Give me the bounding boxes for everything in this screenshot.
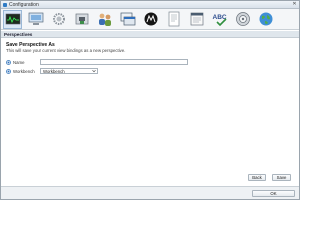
system-monitor-icon[interactable] (3, 9, 22, 29)
page-description: This will save your current view binding… (6, 48, 126, 53)
window-title: Configuration (9, 1, 39, 8)
ethernet-icon[interactable] (72, 10, 91, 29)
section-header: Perspectives (1, 31, 299, 38)
gears-icon[interactable] (49, 10, 68, 29)
users-icon[interactable] (95, 10, 114, 29)
m-logo-icon[interactable] (141, 10, 160, 29)
content-panel: Save Perspective As This will save your … (1, 38, 299, 186)
dialog-footer: OK (1, 186, 299, 199)
workbench-row: Workbench Workbench (6, 68, 98, 74)
name-row: Name (6, 59, 188, 65)
windows-icon[interactable] (118, 10, 137, 29)
back-button[interactable]: Back (248, 174, 266, 181)
app-icon (3, 2, 7, 7)
workbench-select-value: Workbench (43, 68, 65, 74)
section-title: Perspectives (4, 31, 33, 37)
badge-icon[interactable] (233, 10, 252, 29)
name-label: Name (13, 59, 25, 65)
workbench-select[interactable]: Workbench (40, 68, 98, 74)
configuration-window: Configuration ✕ ABC Perspectives Save Pe… (0, 0, 300, 200)
toolbar: ABC (1, 9, 299, 30)
notes-icon[interactable] (187, 10, 206, 29)
save-button[interactable]: Save (272, 174, 291, 181)
spellcheck-icon[interactable]: ABC (210, 10, 229, 29)
document-icon[interactable] (164, 10, 183, 29)
close-icon: ✕ (292, 1, 297, 7)
ok-button[interactable]: OK (252, 190, 295, 197)
chevron-down-icon (92, 69, 96, 73)
close-button[interactable]: ✕ (292, 2, 297, 7)
computer-icon[interactable] (26, 10, 45, 29)
workbench-label: Workbench (13, 68, 35, 74)
name-radio-icon[interactable] (6, 59, 11, 65)
name-field[interactable] (40, 59, 188, 65)
title-bar: Configuration ✕ (1, 1, 299, 9)
workbench-radio-icon[interactable] (6, 68, 11, 74)
globe-icon[interactable] (256, 10, 275, 29)
